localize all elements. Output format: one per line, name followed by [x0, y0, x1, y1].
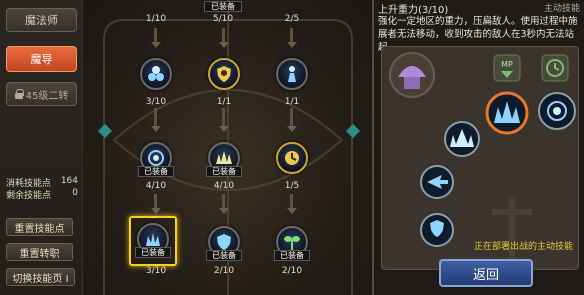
tree-connector [154, 28, 157, 42]
class-tab-mage[interactable]: 魔法师 [6, 8, 77, 32]
vortex-icon [148, 150, 164, 166]
tree-connector [290, 108, 293, 126]
svg-text:MP: MP [501, 60, 513, 69]
equipped-slot-guard[interactable] [420, 213, 454, 247]
equipped-slot-burst[interactable] [444, 121, 480, 157]
reset-points-button[interactable]: 重置技能点 [6, 218, 73, 236]
switch-skill-page-button[interactable]: 切换技能页 I [6, 268, 75, 286]
skill-node-shield[interactable] [206, 56, 242, 92]
skill-level: 4/10 [213, 181, 235, 191]
arrow-down-icon [151, 42, 161, 48]
skill-level: 2/10 [281, 266, 303, 276]
reset-class-button[interactable]: 重置转职 [6, 243, 73, 261]
clock-icon [285, 151, 299, 165]
skill-node-vortex[interactable]: 已装备 [138, 140, 174, 177]
gravity-icon [146, 233, 160, 246]
equipped-slot-dash[interactable] [420, 165, 454, 199]
equipped-slot-vortex[interactable] [538, 92, 576, 130]
equipped-badge: 已装备 [206, 250, 242, 261]
equipped-badge: 已装备 [138, 166, 174, 177]
mp-potion-slot[interactable]: MP [493, 54, 521, 82]
orbs-icon [148, 66, 164, 81]
class-tab-magus[interactable]: 魔导 [6, 46, 77, 72]
skill-type: 主动技能 [543, 4, 580, 14]
slot-layout: MP [389, 52, 576, 262]
burst-icon [216, 151, 232, 164]
arrow-down-icon [151, 126, 161, 132]
equipped-badge: 已装备 [135, 247, 171, 258]
tree-connector [222, 108, 225, 126]
skill-node-sprout[interactable]: 已装备 [274, 224, 310, 261]
arrow-down-icon [287, 126, 297, 132]
tree-connector [154, 194, 157, 208]
skill-level: 1/10 [145, 14, 167, 24]
guard-icon [217, 234, 231, 250]
character-avatar [389, 52, 435, 98]
skill-level: 1/1 [216, 97, 232, 107]
arrow-down-icon [151, 208, 161, 214]
remaining-points-value: 0 [72, 188, 78, 198]
skill-tree: 1/10 已装备 5/10 2/5 3/10 1/1 1/1 已装备 4/10 … [84, 0, 372, 295]
skill-node-clock[interactable] [274, 140, 310, 176]
equipped-badge: 已装备 [204, 1, 242, 12]
skill-header: 上升重力(3/10) 主动技能 [378, 0, 584, 16]
skill-node-burst[interactable]: 已装备 [206, 140, 242, 177]
skill-node-orbs[interactable] [138, 56, 174, 92]
back-button[interactable]: 返回 [439, 259, 533, 287]
skill-node-guard[interactable]: 已装备 [206, 224, 242, 261]
remaining-points-label: 剩余技能点 [6, 191, 52, 201]
arrow-down-icon [219, 42, 229, 48]
skill-slot-preview: MP [381, 46, 579, 270]
skill-level: 5/10 [212, 14, 234, 24]
figure-icon [288, 66, 296, 82]
left-panel: 魔法师 魔导 45级二转 消耗技能点 164 剩余技能点 0 重置技能点 重置转… [0, 0, 83, 295]
timer-slot[interactable] [541, 54, 569, 82]
skill-level: 2/5 [284, 14, 300, 24]
skill-level: 3/10 [145, 266, 167, 276]
tree-connector [222, 194, 225, 208]
equipped-slot-rising-gravity[interactable] [485, 91, 529, 135]
class-tab-locked[interactable]: 45级二转 [6, 82, 77, 106]
arrow-down-icon [287, 208, 297, 214]
arrow-down-icon [219, 208, 229, 214]
equipped-badge: 已装备 [274, 250, 310, 261]
skill-level: 1/1 [284, 97, 300, 107]
skill-level: 1/5 [284, 181, 300, 191]
sprout-icon [284, 236, 300, 250]
lock-icon [14, 89, 24, 99]
arrow-down-icon [287, 42, 297, 48]
status-message: 正在部署出战的主动技能 [474, 242, 574, 252]
tree-connector [290, 194, 293, 208]
skill-node-rising-gravity[interactable]: 已装备 [135, 221, 171, 258]
skill-level: 2/10 [213, 266, 235, 276]
tree-connector [154, 108, 157, 126]
skill-level: 3/10 [145, 97, 167, 107]
shield-icon [217, 66, 231, 82]
skill-name: 上升重力(3/10) [378, 5, 449, 16]
skill-level: 4/10 [145, 181, 167, 191]
remaining-points-row: 剩余技能点 0 [6, 188, 78, 201]
equipped-badge: 已装备 [206, 166, 242, 177]
arrow-down-icon [219, 126, 229, 132]
tree-connector [222, 28, 225, 42]
skill-node-figure[interactable] [274, 56, 310, 92]
tree-connector [290, 28, 293, 42]
